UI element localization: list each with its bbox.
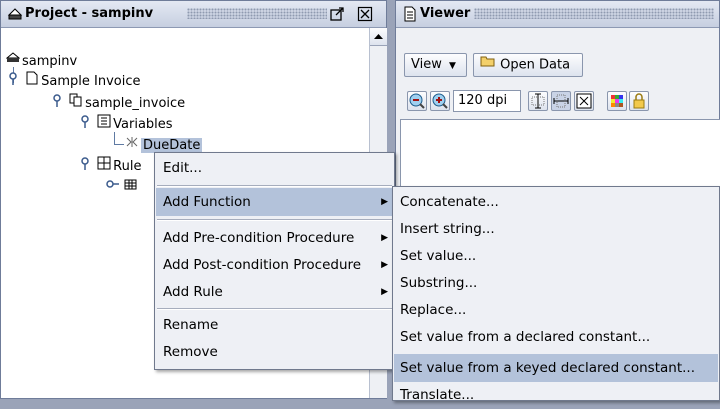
expand-toggle-icon[interactable] xyxy=(79,156,93,176)
submenu-arrow-icon: ▶ xyxy=(381,260,388,270)
menu-item-remove[interactable]: Remove xyxy=(156,338,393,366)
menu-item-add-rule[interactable]: Add Rule ▶ xyxy=(156,278,393,306)
menu-item-label: Rename xyxy=(163,317,219,333)
menu-separator xyxy=(157,308,392,310)
submenu-item-set-value-keyed-declared-constant[interactable]: Set value from a keyed declared constant… xyxy=(394,354,718,382)
menu-item-label: Set value from a keyed declared constant… xyxy=(400,360,695,376)
menu-item-label: Concatenate... xyxy=(400,194,499,210)
fit-height-button[interactable] xyxy=(528,91,548,111)
chevron-down-icon: ▼ xyxy=(449,61,456,71)
close-icon[interactable] xyxy=(357,6,373,22)
lock-icon xyxy=(633,93,645,109)
expand-toggle-icon[interactable] xyxy=(105,177,119,197)
open-data-label: Open Data xyxy=(500,57,571,73)
viewer-panel-titlebar[interactable]: Viewer xyxy=(396,1,719,28)
viewer-panel-title: Viewer xyxy=(420,6,471,21)
menu-separator xyxy=(157,185,392,187)
menu-item-rename[interactable]: Rename xyxy=(156,311,393,339)
tree-item-label: sample_invoice xyxy=(85,95,186,111)
menu-item-label: Substring... xyxy=(400,275,478,291)
tree-item-sample-invoice[interactable]: Sample Invoice xyxy=(7,71,141,89)
menu-item-add-pre-condition-procedure[interactable]: Add Pre-condition Procedure ▶ xyxy=(156,224,393,252)
titlebar-grip xyxy=(187,8,327,19)
table-icon xyxy=(123,177,137,197)
open-data-button[interactable]: Open Data xyxy=(473,53,583,77)
dpi-value: 120 dpi xyxy=(458,93,508,108)
rules-icon xyxy=(97,156,111,176)
variable-icon xyxy=(125,135,139,155)
submenu-item-set-value-declared-constant[interactable]: Set value from a declared constant... xyxy=(394,323,718,351)
submenu-item-replace[interactable]: Replace... xyxy=(394,296,718,324)
tree-root-label: sampinv xyxy=(22,53,78,69)
tree-item-label-selected: DueDate xyxy=(141,137,203,153)
menu-item-label: Add Post-condition Procedure xyxy=(163,257,362,273)
view-button-label: View xyxy=(411,57,442,72)
color-palette-icon xyxy=(611,95,623,107)
scroll-up-button[interactable] xyxy=(370,28,387,46)
zoom-out-icon xyxy=(409,93,425,109)
color-palette-button[interactable] xyxy=(607,91,627,111)
fit-height-icon xyxy=(531,93,545,109)
menu-item-label: Add Function xyxy=(163,194,251,210)
menu-item-label: Replace... xyxy=(400,302,467,318)
tree-item-variables[interactable]: Variables xyxy=(79,114,173,132)
tree-item-label: Sample Invoice xyxy=(41,73,141,89)
menu-item-label: Add Rule xyxy=(163,284,223,300)
menu-item-label: Insert string... xyxy=(400,221,495,237)
document-icon xyxy=(25,71,39,91)
zoom-in-icon xyxy=(432,93,448,109)
submenu-arrow-icon: ▶ xyxy=(381,197,388,207)
view-dropdown-button[interactable]: View ▼ xyxy=(404,53,467,77)
submenu-item-insert-string[interactable]: Insert string... xyxy=(394,215,718,243)
submenu-item-translate[interactable]: Translate... xyxy=(394,381,718,409)
menu-item-edit[interactable]: Edit... xyxy=(156,154,393,182)
dpi-field[interactable]: 120 dpi xyxy=(453,90,521,112)
copy-document-icon xyxy=(69,93,83,113)
menu-item-label: Translate... xyxy=(400,387,475,403)
menu-separator xyxy=(157,219,392,221)
context-menu: Edit... Add Function ▶ Add Pre-condition… xyxy=(154,152,395,370)
zoom-in-button[interactable] xyxy=(430,91,450,111)
menu-item-add-function[interactable]: Add Function ▶ xyxy=(156,188,393,216)
submenu-arrow-icon: ▶ xyxy=(381,233,388,243)
fit-width-icon xyxy=(553,94,569,108)
fit-page-icon xyxy=(576,93,592,109)
menu-item-label: Set value... xyxy=(400,248,477,264)
submenu-item-set-value[interactable]: Set value... xyxy=(394,242,718,270)
tree-item-label: Rule xyxy=(113,158,142,174)
tree-item-rule-child[interactable] xyxy=(105,177,137,195)
viewer-document-icon xyxy=(402,6,418,22)
chevron-up-icon xyxy=(374,34,383,39)
expand-toggle-icon[interactable] xyxy=(7,71,21,91)
variables-icon xyxy=(97,114,111,134)
tree-item-duedate[interactable]: DueDate xyxy=(125,135,203,155)
submenu-item-substring[interactable]: Substring... xyxy=(394,269,718,297)
expand-toggle-icon[interactable] xyxy=(51,93,65,113)
submenu-item-concatenate[interactable]: Concatenate... xyxy=(394,188,718,216)
submenu-arrow-icon: ▶ xyxy=(381,287,388,297)
project-icon xyxy=(7,6,23,22)
tree-connector xyxy=(114,144,124,145)
expand-toggle-icon[interactable] xyxy=(79,114,93,134)
maximize-icon[interactable] xyxy=(329,6,345,22)
tree-item-sample-invoice-file[interactable]: sample_invoice xyxy=(51,93,185,111)
tree-root[interactable]: sampinv xyxy=(5,51,78,69)
tree-item-rules[interactable]: Rule xyxy=(79,156,141,174)
project-panel-titlebar[interactable]: Project - sampinv xyxy=(1,1,386,28)
menu-item-label: Remove xyxy=(163,344,218,360)
menu-item-label: Set value from a declared constant... xyxy=(400,329,651,345)
fit-width-button[interactable] xyxy=(551,91,571,111)
project-panel-title: Project - sampinv xyxy=(25,6,154,21)
menu-item-add-post-condition-procedure[interactable]: Add Post-condition Procedure ▶ xyxy=(156,251,393,279)
folder-open-icon xyxy=(480,54,496,76)
zoom-out-button[interactable] xyxy=(407,91,427,111)
tree-item-label: Variables xyxy=(113,116,173,132)
menu-item-label: Add Pre-condition Procedure xyxy=(163,230,355,246)
fit-page-button[interactable] xyxy=(574,91,594,111)
lock-button[interactable] xyxy=(629,91,649,111)
menu-item-label: Edit... xyxy=(163,160,203,176)
titlebar-grip xyxy=(474,8,714,19)
function-submenu: Concatenate... Insert string... Set valu… xyxy=(392,186,720,403)
